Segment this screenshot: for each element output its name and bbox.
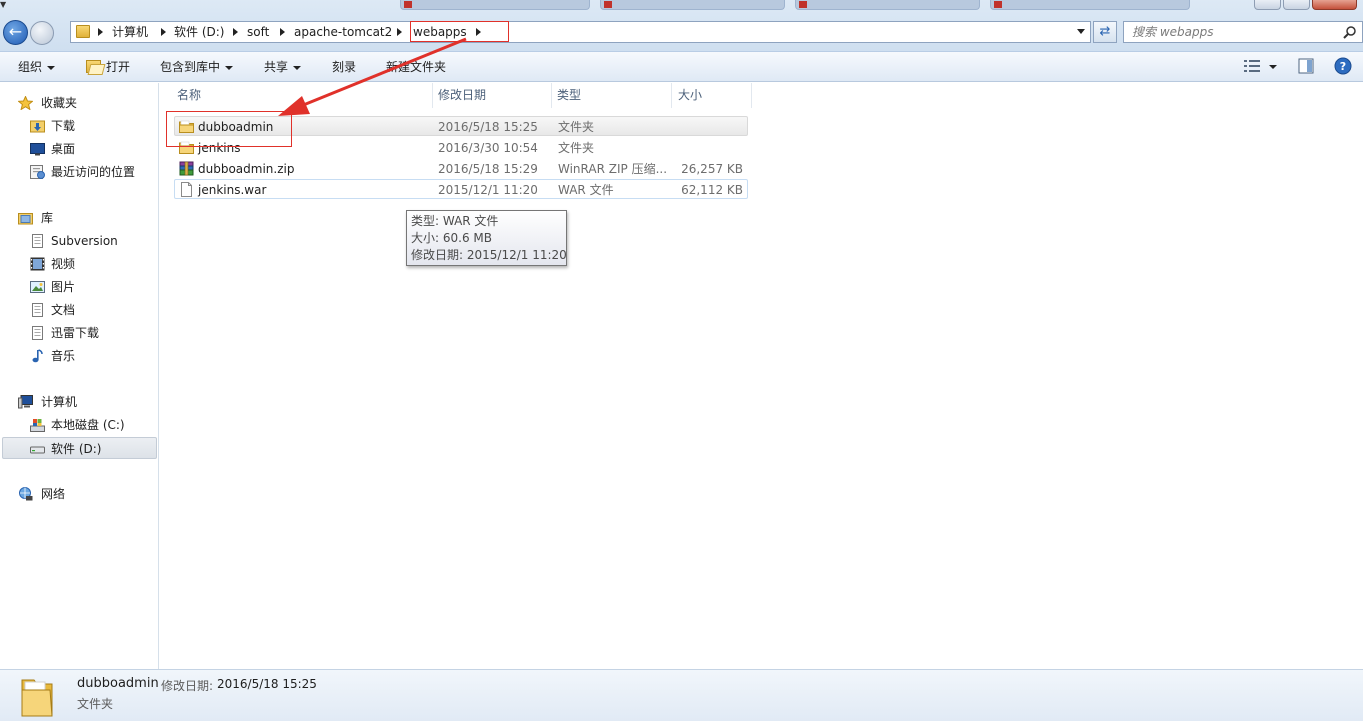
details-file-type: 文件夹 — [77, 697, 114, 711]
navigation-pane: 收藏夹 下载 桌面 最近访问的位置 库 Subversion 视频 图片 文档 … — [0, 83, 159, 669]
nav-item-pictures[interactable]: 图片 — [30, 277, 150, 297]
nav-item-recent-places[interactable]: 最近访问的位置 — [30, 162, 155, 182]
file-info-tooltip: 类型: WAR 文件 大小: 60.6 MB 修改日期: 2015/12/1 1… — [406, 210, 567, 266]
maximize-button[interactable] — [1283, 0, 1310, 10]
chevron-right-icon[interactable] — [233, 28, 238, 36]
minimize-button[interactable] — [1254, 0, 1281, 10]
breadcrumb-computer[interactable]: 计算机 — [112, 24, 148, 40]
nav-computer[interactable]: 计算机 — [18, 392, 148, 412]
open-folder-icon — [86, 60, 101, 73]
details-file-name: dubboadmin — [77, 676, 159, 691]
search-icon[interactable] — [1343, 25, 1357, 39]
chevron-right-icon[interactable] — [98, 28, 103, 36]
annotation-arrow-icon — [278, 37, 467, 116]
window-controls — [1254, 0, 1357, 10]
recent-pages-dropdown[interactable]: ▼ — [0, 0, 10, 10]
folder-icon — [21, 679, 53, 717]
chevron-down-icon[interactable] — [1269, 65, 1277, 69]
winrar-archive-icon — [179, 161, 194, 176]
back-button[interactable]: ← — [3, 20, 28, 45]
command-bar: 组织 打开 包含到库中 共享 刻录 新建文件夹 ? — [0, 52, 1363, 82]
address-row: ← ▼ 计算机 软件 (D:) soft apache-tomcat2 weba… — [0, 0, 1363, 52]
blank-file-icon — [181, 182, 192, 197]
computer-icon — [18, 395, 33, 409]
app-icon — [404, 1, 412, 8]
organize-button[interactable]: 组织 — [18, 59, 56, 75]
refresh-icon: ⇄ — [1099, 24, 1111, 39]
tooltip-size: 大小: 60.6 MB — [411, 231, 492, 245]
file-row[interactable]: jenkins.war 2015/12/1 11:20 WAR 文件 62,11… — [174, 179, 748, 199]
folder-icon — [76, 25, 90, 38]
document-library-icon — [32, 326, 43, 340]
picture-library-icon — [30, 281, 45, 293]
chevron-right-icon[interactable] — [280, 28, 285, 36]
app-icon — [994, 1, 1002, 8]
nav-item-subversion[interactable]: Subversion — [30, 231, 150, 251]
background-window-tab[interactable] — [795, 0, 980, 10]
nav-libraries[interactable]: 库 — [18, 208, 148, 228]
nav-item-downloads[interactable]: 下载 — [30, 116, 150, 136]
view-options-icon[interactable] — [1244, 59, 1260, 73]
background-window-tab[interactable] — [600, 0, 785, 10]
nav-item-drive-c[interactable]: 本地磁盘 (C:) — [30, 415, 150, 435]
column-header-type[interactable]: 类型 — [552, 83, 672, 108]
document-library-icon — [32, 303, 43, 317]
breadcrumb-soft[interactable]: soft — [247, 24, 269, 40]
star-icon — [18, 96, 33, 110]
background-window-tab[interactable] — [400, 0, 590, 10]
forward-button[interactable] — [30, 21, 54, 45]
search-box[interactable] — [1123, 21, 1363, 43]
library-icon — [18, 213, 33, 225]
chevron-down-icon — [225, 65, 234, 70]
music-library-icon — [32, 349, 43, 363]
preview-pane-icon[interactable] — [1298, 58, 1314, 74]
close-button[interactable] — [1312, 0, 1357, 10]
refresh-button[interactable]: ⇄ — [1093, 21, 1117, 43]
system-drive-icon — [30, 419, 45, 432]
nav-item-desktop[interactable]: 桌面 — [30, 139, 150, 159]
nav-item-documents[interactable]: 文档 — [30, 300, 150, 320]
app-icon — [604, 1, 612, 8]
network-icon — [19, 487, 33, 501]
nav-favorites[interactable]: 收藏夹 — [18, 93, 148, 113]
tooltip-date: 修改日期: 2015/12/1 11:20 — [411, 248, 567, 262]
address-history-dropdown[interactable] — [1077, 29, 1085, 34]
downloads-folder-icon — [30, 120, 45, 133]
search-input[interactable] — [1124, 22, 1334, 42]
nav-network[interactable]: 网络 — [18, 484, 148, 504]
chevron-right-icon[interactable] — [161, 28, 166, 36]
drive-icon — [30, 446, 45, 454]
chevron-down-icon — [47, 65, 56, 70]
desktop-icon — [30, 143, 45, 156]
nav-item-music[interactable]: 音乐 — [30, 346, 150, 366]
details-date-label: 修改日期: — [161, 679, 214, 693]
address-bar[interactable]: 计算机 软件 (D:) soft apache-tomcat2 webapps — [70, 21, 1091, 43]
open-button[interactable]: 打开 — [106, 59, 130, 75]
nav-item-videos[interactable]: 视频 — [30, 254, 150, 274]
document-library-icon — [32, 234, 43, 248]
nav-item-thunder-downloads[interactable]: 迅雷下载 — [30, 323, 150, 343]
breadcrumb-drive-d[interactable]: 软件 (D:) — [174, 24, 224, 40]
details-date-value: 2016/5/18 15:25 — [217, 677, 317, 691]
file-row[interactable]: dubboadmin.zip 2016/5/18 15:29 WinRAR ZI… — [174, 158, 748, 178]
recent-places-icon — [30, 165, 45, 179]
svg-text:?: ? — [1340, 60, 1346, 73]
tooltip-type: 类型: WAR 文件 — [411, 214, 499, 228]
background-window-tab[interactable] — [990, 0, 1190, 10]
details-pane: dubboadmin 修改日期: 2016/5/18 15:25 文件夹 — [0, 669, 1363, 721]
column-header-size[interactable]: 大小 — [672, 83, 752, 108]
back-arrow-icon: ← — [8, 22, 23, 41]
help-icon[interactable]: ? — [1334, 57, 1352, 75]
app-icon — [799, 1, 807, 8]
video-library-icon — [30, 257, 45, 271]
include-in-library-button[interactable]: 包含到库中 — [160, 59, 234, 75]
chevron-right-icon[interactable] — [397, 28, 402, 36]
nav-item-drive-d[interactable]: 软件 (D:) — [2, 437, 157, 459]
